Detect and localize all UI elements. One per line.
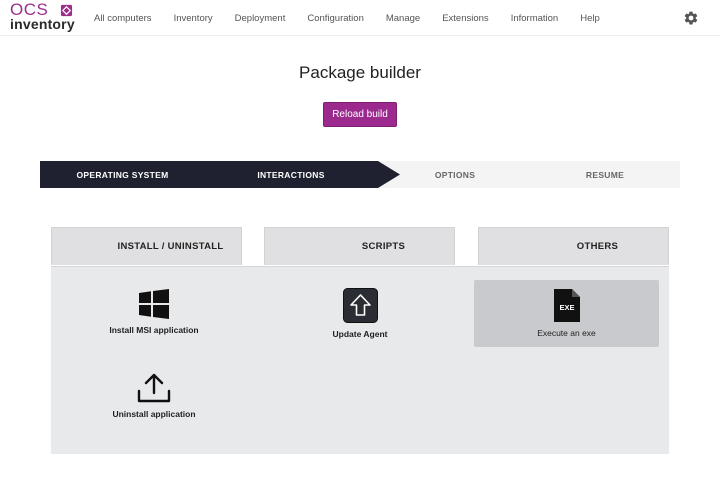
step-operating-system[interactable]: OPERATING SYSTEM: [40, 161, 205, 188]
nav-deployment[interactable]: Deployment: [235, 13, 286, 24]
update-agent-label: Update Agent: [332, 329, 388, 339]
reload-build-button[interactable]: Reload build: [323, 102, 397, 127]
step-resume[interactable]: RESUME: [545, 161, 665, 188]
tab-scripts[interactable]: SCRIPTS: [264, 227, 455, 265]
nav-configuration[interactable]: Configuration: [307, 13, 364, 24]
exe-badge: EXE: [559, 303, 574, 312]
exe-file-icon: EXE: [553, 289, 580, 322]
navbar: OCS inventory All computers Inventory De…: [0, 0, 720, 36]
step-options[interactable]: OPTIONS: [400, 161, 510, 188]
update-agent-action[interactable]: Update Agent: [295, 288, 425, 339]
gear-icon[interactable]: [683, 10, 699, 26]
execute-exe-label: Execute an exe: [537, 328, 596, 338]
execute-exe-action[interactable]: EXE Execute an exe: [474, 280, 659, 347]
upload-tray-icon: [137, 373, 171, 403]
main-menu: All computers Inventory Deployment Confi…: [94, 0, 622, 36]
upload-arrow-icon: [342, 288, 378, 323]
install-msi-action[interactable]: Install MSI application: [89, 289, 219, 335]
logo-text-bottom: inventory: [10, 16, 75, 32]
tab-others[interactable]: OTHERS: [478, 227, 669, 265]
windows-icon: [139, 289, 169, 319]
install-msi-label: Install MSI application: [109, 325, 199, 335]
nav-manage[interactable]: Manage: [386, 13, 420, 24]
nav-all-computers[interactable]: All computers: [94, 13, 152, 24]
uninstall-label: Uninstall application: [112, 409, 196, 419]
tab-install-uninstall[interactable]: INSTALL / UNINSTALL: [51, 227, 242, 265]
actions-panel: Install MSI application Update Agent EXE…: [51, 266, 669, 454]
page-title: Package builder: [299, 63, 421, 82]
nav-help[interactable]: Help: [580, 13, 600, 24]
nav-information[interactable]: Information: [511, 13, 559, 24]
wizard-stepper: OPERATING SYSTEM INTERACTIONS OPTIONS RE…: [40, 161, 680, 188]
step-interactions[interactable]: INTERACTIONS: [205, 161, 377, 188]
nav-inventory[interactable]: Inventory: [174, 13, 213, 24]
nav-extensions[interactable]: Extensions: [442, 13, 488, 24]
ocs-logo[interactable]: OCS inventory: [10, 1, 76, 33]
uninstall-action[interactable]: Uninstall application: [89, 373, 219, 419]
